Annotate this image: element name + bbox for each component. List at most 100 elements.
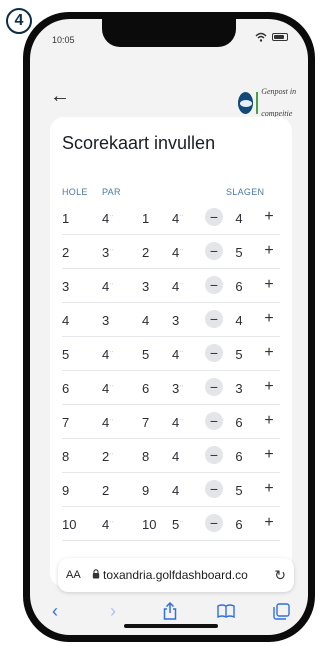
hole-number: 5 xyxy=(62,347,70,362)
phone-screen: 10:05 ← Genpost in compeitie Scorekaart … xyxy=(30,19,308,635)
hole-number: 9 xyxy=(62,483,70,498)
url-text[interactable]: toxandria.golfdashboard.co xyxy=(103,568,248,582)
table-row: 6 4·· 6 3·· − 3 + xyxy=(62,371,280,405)
decrease-strokes-button[interactable]: − xyxy=(205,514,223,532)
browser-toolbar: ‹ › xyxy=(30,599,308,635)
increase-strokes-button[interactable]: + xyxy=(260,310,278,328)
par-value: 4·· xyxy=(102,279,114,294)
increase-strokes-button[interactable]: + xyxy=(260,480,278,498)
hole-number: 3 xyxy=(62,279,70,294)
increase-strokes-button[interactable]: + xyxy=(260,446,278,464)
hole-number: 10 xyxy=(62,517,77,532)
par-value-alt: 4·· xyxy=(172,245,184,260)
par-value: 4·· xyxy=(102,517,114,532)
par-value-alt: 4·· xyxy=(172,279,184,294)
decrease-strokes-button[interactable]: − xyxy=(205,242,223,260)
lock-icon xyxy=(92,569,100,579)
hole-number-alt: 1 xyxy=(142,211,150,226)
par-value: 4·· xyxy=(102,415,114,430)
decrease-strokes-button[interactable]: − xyxy=(205,412,223,430)
hole-number: 7 xyxy=(62,415,70,430)
decrease-strokes-button[interactable]: − xyxy=(205,208,223,226)
increase-strokes-button[interactable]: + xyxy=(260,514,278,532)
par-value: 2 xyxy=(102,483,110,498)
strokes-value: 6 xyxy=(235,279,243,294)
tabs-icon[interactable] xyxy=(273,603,290,620)
increase-strokes-button[interactable]: + xyxy=(260,344,278,362)
score-rows: 1 4·· 1 4·· − 4 + 2 3·· 2 4·· − 5 + 3 4·… xyxy=(50,201,292,541)
home-indicator xyxy=(124,624,218,628)
increase-strokes-button[interactable]: + xyxy=(260,242,278,260)
par-value: 2·· xyxy=(102,449,114,464)
hole-number: 4 xyxy=(62,313,70,328)
decrease-strokes-button[interactable]: − xyxy=(205,480,223,498)
increase-strokes-button[interactable]: + xyxy=(260,208,278,226)
table-row: 4 3 4 3 − 4 + xyxy=(62,303,280,337)
strokes-value: 6 xyxy=(235,517,243,532)
par-value: 4·· xyxy=(102,381,114,396)
column-header-par: PAR xyxy=(102,187,121,197)
decrease-strokes-button[interactable]: − xyxy=(205,446,223,464)
hole-number: 2 xyxy=(62,245,70,260)
increase-strokes-button[interactable]: + xyxy=(260,378,278,396)
hole-number-alt: 7 xyxy=(142,415,150,430)
strokes-value: 3 xyxy=(235,381,243,396)
par-value-alt: 4·· xyxy=(172,347,184,362)
par-value-alt: 3·· xyxy=(172,381,184,396)
par-value-alt: 5·· xyxy=(172,517,184,532)
logo-bar xyxy=(256,92,259,114)
decrease-strokes-button[interactable]: − xyxy=(205,378,223,396)
table-row: 3 4·· 3 4·· − 6 + xyxy=(62,269,280,303)
table-row: 9 2 9 4 − 5 + xyxy=(62,473,280,507)
bookmarks-icon[interactable] xyxy=(217,604,235,618)
par-value: 3·· xyxy=(102,245,114,260)
par-value-alt: 4·· xyxy=(172,415,184,430)
strokes-value: 5 xyxy=(235,245,243,260)
step-badge: 4 xyxy=(6,8,32,34)
decrease-strokes-button[interactable]: − xyxy=(205,276,223,294)
wifi-icon xyxy=(255,32,267,42)
par-value: 4·· xyxy=(102,347,114,362)
status-time: 10:05 xyxy=(52,35,75,45)
table-row: 1 4·· 1 4·· − 4 + xyxy=(62,201,280,235)
table-row: 8 2·· 8 4 − 6 + xyxy=(62,439,280,473)
back-arrow-icon[interactable]: ← xyxy=(50,86,70,106)
hole-number-alt: 10 xyxy=(142,517,157,532)
logo-emblem xyxy=(238,92,254,114)
strokes-value: 6 xyxy=(235,449,243,464)
increase-strokes-button[interactable]: + xyxy=(260,412,278,430)
par-value: 4·· xyxy=(102,211,114,226)
status-icons xyxy=(255,32,288,42)
strokes-value: 4 xyxy=(235,313,243,328)
notch xyxy=(102,19,236,47)
hole-number-alt: 4 xyxy=(142,313,150,328)
column-header-strokes: SLAGEN xyxy=(226,187,265,197)
par-value: 3 xyxy=(102,313,110,328)
browser-address-bar[interactable]: AA toxandria.golfdashboard.co ↻ xyxy=(58,558,294,592)
increase-strokes-button[interactable]: + xyxy=(260,276,278,294)
column-header-hole: HOLE xyxy=(62,187,88,197)
table-row: 10 4·· 10 5·· − 6 + xyxy=(62,507,280,541)
hole-number-alt: 3 xyxy=(142,279,150,294)
strokes-value: 6 xyxy=(235,415,243,430)
hole-number-alt: 6 xyxy=(142,381,150,396)
par-value-alt: 4 xyxy=(172,449,180,464)
reload-icon[interactable]: ↻ xyxy=(274,567,286,584)
strokes-value: 5 xyxy=(235,483,243,498)
back-icon[interactable]: ‹ xyxy=(52,601,58,622)
decrease-strokes-button[interactable]: − xyxy=(205,344,223,362)
hole-number: 6 xyxy=(62,381,70,396)
hole-number: 1 xyxy=(62,211,70,226)
text-size-button[interactable]: AA xyxy=(66,569,81,581)
decrease-strokes-button[interactable]: − xyxy=(205,310,223,328)
strokes-value: 4 xyxy=(235,211,243,226)
scorecard-card: Scorekaart invullen HOLE PAR SLAGEN 1 4·… xyxy=(50,117,292,587)
par-value-alt: 4·· xyxy=(172,211,184,226)
forward-icon[interactable]: › xyxy=(110,601,116,622)
hole-number: 8 xyxy=(62,449,70,464)
share-icon[interactable] xyxy=(162,602,178,620)
table-row: 2 3·· 2 4·· − 5 + xyxy=(62,235,280,269)
strokes-value: 5 xyxy=(235,347,243,362)
hole-number-alt: 8 xyxy=(142,449,150,464)
hole-number-alt: 2 xyxy=(142,245,150,260)
